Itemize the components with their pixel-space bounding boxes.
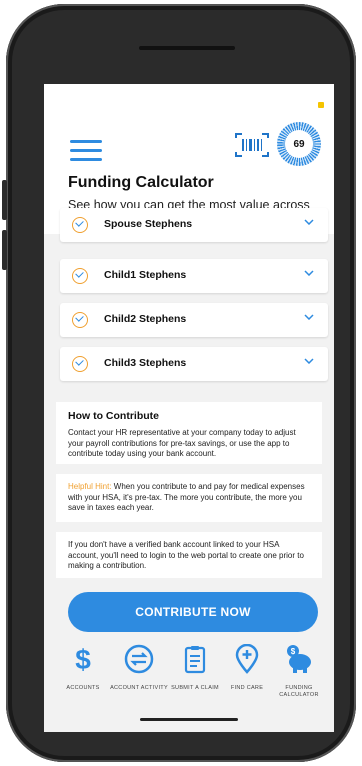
dependent-name: Child3 Stephens xyxy=(104,357,187,369)
volume-button xyxy=(2,180,7,220)
svg-text:$: $ xyxy=(75,644,91,674)
status-indicator xyxy=(318,102,324,108)
how-to-contribute-section: How to Contribute Contact your HR repres… xyxy=(56,402,322,464)
dollar-icon: $ xyxy=(75,644,91,675)
chevron-down-icon xyxy=(304,358,314,364)
svg-text:$: $ xyxy=(291,647,296,656)
score-value: 69 xyxy=(285,130,313,158)
app-screen: 69 Funding Calculator See how you can ge… xyxy=(44,84,334,732)
map-pin-icon xyxy=(235,643,259,674)
piggy-bank-icon: $ xyxy=(287,645,311,673)
swap-icon xyxy=(124,644,154,674)
volume-button xyxy=(2,230,7,270)
dependent-card-child1[interactable]: Child1 Stephens xyxy=(60,259,328,293)
dependent-card-spouse[interactable]: Spouse Stephens xyxy=(60,208,328,242)
nav-funding-calculator[interactable]: $ FUNDING CALCULATOR xyxy=(270,644,328,699)
speaker-bar xyxy=(139,46,235,50)
nav-accounts[interactable]: $ ACCOUNTS xyxy=(54,644,112,692)
check-circle-icon xyxy=(72,268,88,284)
dependent-card-child2[interactable]: Child2 Stephens xyxy=(60,303,328,337)
chevron-down-icon xyxy=(304,314,314,320)
check-circle-icon xyxy=(72,217,88,233)
helpful-hint-section: Helpful Hint: When you contribute to and… xyxy=(56,474,322,522)
dependent-card-child3[interactable]: Child3 Stephens xyxy=(60,347,328,381)
chevron-down-icon xyxy=(304,270,314,276)
nav-find-care[interactable]: FIND CARE xyxy=(218,643,276,692)
section-title: How to Contribute xyxy=(68,410,159,422)
check-circle-icon xyxy=(72,312,88,328)
dependent-name: Spouse Stephens xyxy=(104,218,193,230)
bank-account-note: If you don't have a verified bank accoun… xyxy=(56,532,322,578)
chevron-down-icon xyxy=(304,219,314,225)
section-text: Contact your HR representative at your c… xyxy=(68,428,296,458)
barcode-icon[interactable] xyxy=(234,132,270,158)
nav-account-activity[interactable]: ACCOUNT ACTIVITY xyxy=(110,644,168,692)
score-ring[interactable]: 69 xyxy=(277,122,321,166)
phone-frame: 69 Funding Calculator See how you can ge… xyxy=(6,4,356,762)
clipboard-icon xyxy=(184,646,206,674)
dependent-name: Child1 Stephens xyxy=(104,269,187,281)
menu-icon[interactable] xyxy=(70,140,102,162)
nav-submit-claim[interactable]: SUBMIT A CLAIM xyxy=(166,644,224,692)
home-indicator xyxy=(140,718,238,721)
hint-label: Helpful Hint: xyxy=(68,482,112,491)
contribute-now-button[interactable]: CONTRIBUTE NOW xyxy=(68,592,318,632)
check-circle-icon xyxy=(72,356,88,372)
page-title: Funding Calculator xyxy=(68,174,214,191)
dependent-name: Child2 Stephens xyxy=(104,313,187,325)
note-text: If you don't have a verified bank accoun… xyxy=(68,540,304,570)
